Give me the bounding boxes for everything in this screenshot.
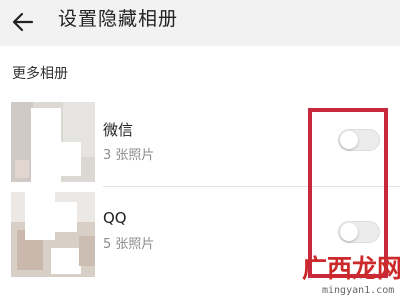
watermark-logo: 广西龙网 [302,254,400,283]
album-thumbnail-wechat[interactable] [11,102,95,182]
thumbnail-mosaic-block [55,202,77,232]
highlight-annotation-box [308,108,388,278]
top-bar: 设置隐藏相册 [0,0,400,46]
album-thumbnail-qq[interactable] [11,192,95,277]
thumbnail-mosaic-block [31,108,61,182]
thumbnail-patch [15,160,29,178]
thumbnail-patch [79,236,95,266]
arrow-left-icon [12,12,34,32]
album-count-wechat: 3 张照片 [103,148,155,163]
album-count-qq: 5 张照片 [103,237,155,252]
thumbnail-mosaic-block [25,192,55,240]
section-title: 更多相册 [12,66,68,82]
page-title: 设置隐藏相册 [58,8,179,30]
watermark-url: mingyan1.com [322,285,395,296]
album-name-qq: QQ [103,209,127,227]
watermark: 广西龙网 mingyan1.com [288,254,400,300]
back-button[interactable] [6,4,42,40]
thumbnail-mosaic-block [59,142,81,176]
thumbnail-mosaic-block [51,248,81,274]
album-name-wechat: 微信 [103,121,134,139]
